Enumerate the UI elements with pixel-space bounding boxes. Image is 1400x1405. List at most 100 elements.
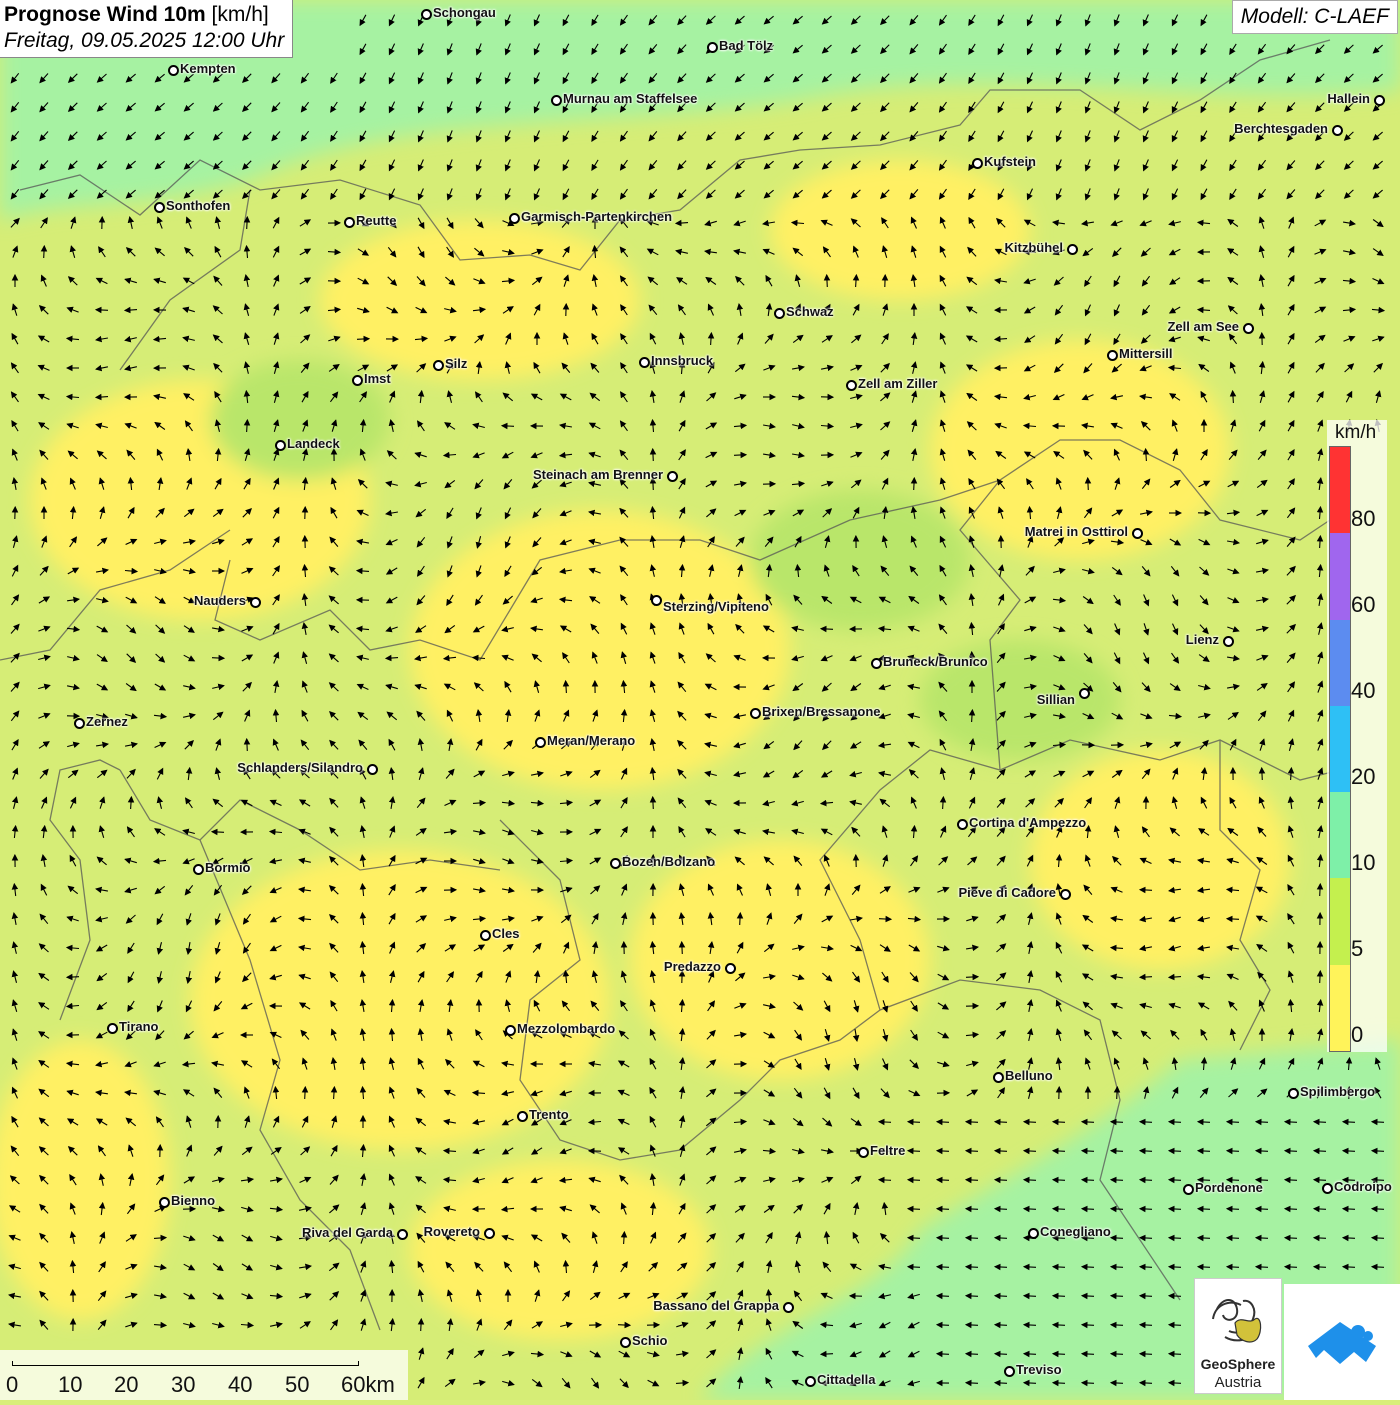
city-marker-icon [783,1302,794,1313]
city-label: Codroipo [1334,1179,1392,1194]
legend-tick-label: 0 [1351,1022,1363,1048]
city-marker-icon [725,963,736,974]
wind-arrow-icon [966,1151,978,1152]
legend-color-step [1330,792,1350,878]
wind-arrow-icon [1343,1151,1355,1152]
wind-arrow-icon [1111,1238,1123,1239]
wind-arrow-icon [734,455,746,456]
city-label: Feltre [870,1143,905,1158]
wind-arrow-icon [908,1180,920,1181]
city-label: Cortina d'Ampezzo [969,815,1086,830]
wind-arrow-icon [1140,890,1152,891]
city-marker-icon [275,440,286,451]
city-label: Mittersill [1119,346,1172,361]
wind-arrow-icon [1169,1180,1181,1181]
city-marker-icon [1243,323,1254,334]
wind-arrow-icon [966,1180,978,1181]
city-label: Matrei in Osttirol [1025,524,1128,539]
city-marker-icon [193,864,204,875]
city-label: Pieve di Cadore [958,885,1056,900]
city-label: Bruneck/Brunico [883,654,988,669]
wind-arrow-icon [995,1180,1007,1181]
city-label: Spilimbergo [1300,1084,1375,1099]
city-label: Kitzbühel [1005,240,1064,255]
wind-arrow-icon [1024,1354,1036,1355]
city-label: Zernez [86,714,128,729]
city-label: Schongau [433,5,496,20]
wind-arrow-icon [966,1354,978,1355]
wind-arrow-icon [995,1151,1007,1152]
city-marker-icon [774,308,785,319]
city-marker-icon [846,380,857,391]
city-marker-icon [651,595,662,606]
city-label: Brixen/Bressanone [762,704,881,719]
city-marker-icon [484,1228,495,1239]
wind-arrow-icon [995,1383,1007,1384]
wind-arrow-icon [908,1151,920,1152]
weather-app-logo [1284,1284,1400,1400]
wind-arrow-icon [1285,1151,1297,1152]
wind-arrow-icon [1053,1325,1065,1326]
city-marker-icon [1183,1184,1194,1195]
city-label: Predazzo [664,959,721,974]
city-label: Sterzing/Vipiteno [663,599,769,614]
wind-arrow-icon [1227,1238,1239,1239]
city-label: Imst [364,371,391,386]
city-marker-icon [972,158,983,169]
wind-arrow-icon [502,426,514,427]
wind-arrow-icon [1053,1209,1065,1210]
wind-arrow-icon [247,217,248,229]
wind-arrow-icon [1140,977,1152,978]
city-marker-icon [517,1111,528,1122]
city-marker-icon [505,1025,516,1036]
city-label: Landeck [287,436,340,451]
wind-arrow-icon [1343,1209,1355,1210]
wind-arrow-icon [1198,1238,1210,1239]
wind-arrow-icon [937,1180,949,1181]
wind-arrow-icon [1372,1238,1384,1239]
city-label: Innsbruck [651,353,713,368]
wind-arrow-icon [1227,1209,1239,1210]
wind-arrow-icon [821,629,833,630]
wind-arrow-icon [1227,919,1239,920]
city-marker-icon [805,1376,816,1387]
legend-color-step [1330,447,1350,533]
wind-arrow-icon [1024,1180,1036,1181]
wind-arrow-icon [995,1354,1007,1355]
wind-arrow-icon [1314,1122,1326,1123]
city-marker-icon [74,718,85,729]
city-label: Hallein [1327,91,1370,106]
wind-arrow-icon [1053,1122,1065,1123]
wind-arrow-icon [1227,1151,1239,1152]
scale-label: 10 [58,1372,82,1398]
wind-arrow-icon [966,1296,978,1297]
wind-arrow-icon [1169,1354,1181,1355]
legend-unit: km/h [1335,422,1376,444]
wind-arrow-icon [1198,1151,1210,1152]
legend-color-step [1330,706,1350,792]
city-marker-icon [154,202,165,213]
wind-arrow-icon [937,1238,949,1239]
city-label: Bozen/Bolzano [622,854,715,869]
wind-arrow-icon [1111,1325,1123,1326]
wind-arrow-icon [1169,1122,1181,1123]
wind-arrow-icon [1256,1151,1268,1152]
city-marker-icon [421,9,432,20]
scale-label: 0 [6,1372,18,1398]
wind-arrow-icon [67,977,79,978]
wind-arrow-icon [879,1180,891,1181]
city-label: Zell am See [1167,319,1239,334]
city-marker-icon [707,42,718,53]
wind-arrow-icon [879,919,891,920]
wind-arrow-icon [1082,1151,1094,1152]
legend-tick-label: 20 [1351,764,1375,790]
wind-arrow-icon [1198,1267,1210,1268]
wind-arrow-icon [1169,1209,1181,1210]
city-marker-icon [480,930,491,941]
model-label: Modell: C-LAEF [1232,0,1398,34]
wind-arrow-icon [879,1122,891,1123]
legend-color-step [1330,965,1350,1051]
wind-arrow-icon [1256,1267,1268,1268]
city-label: Kempten [180,61,236,76]
city-marker-icon [1322,1183,1333,1194]
